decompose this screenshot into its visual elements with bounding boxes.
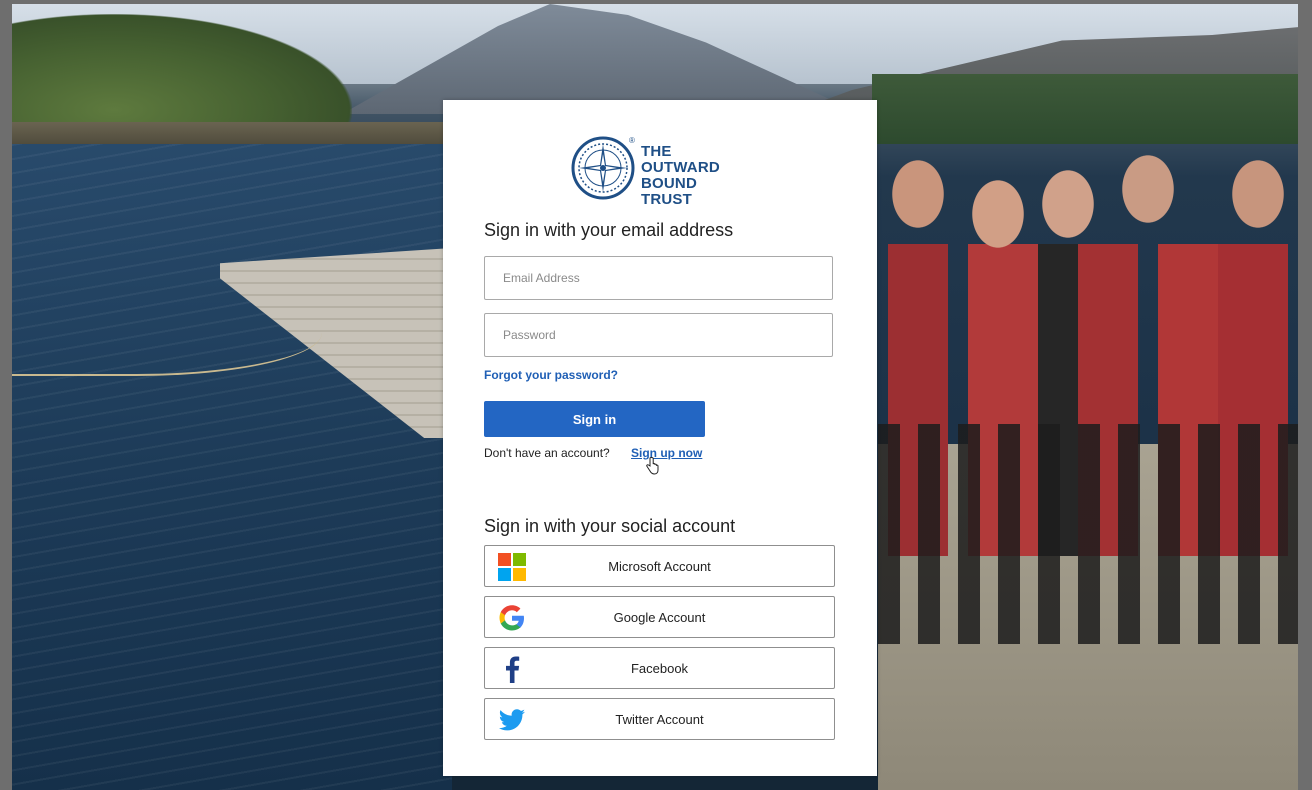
lake-water xyxy=(12,144,452,790)
google-account-button[interactable]: Google Account xyxy=(484,596,835,638)
brand-name: THE OUTWARD BOUND TRUST xyxy=(641,143,720,208)
password-input[interactable] xyxy=(484,313,833,357)
no-account-text: Don't have an account? xyxy=(484,446,610,460)
forgot-password-link[interactable]: Forgot your password? xyxy=(484,368,618,382)
facebook-button[interactable]: Facebook xyxy=(484,647,835,689)
sign-in-button[interactable]: Sign in xyxy=(484,401,705,437)
people-legs xyxy=(878,424,1298,644)
social-signin-heading: Sign in with your social account xyxy=(484,516,736,536)
microsoft-account-button[interactable]: Microsoft Account xyxy=(484,545,835,587)
twitter-account-button[interactable]: Twitter Account xyxy=(484,698,835,740)
shore xyxy=(12,122,452,146)
registered-mark: ® xyxy=(629,136,635,145)
email-input[interactable] xyxy=(484,256,833,300)
google-account-label: Google Account xyxy=(613,610,706,625)
email-signin-heading: Sign in with your email address xyxy=(484,220,734,240)
twitter-account-label: Twitter Account xyxy=(615,712,704,727)
outward-bound-logo: ® THE OUTWARD BOUND TRUST xyxy=(571,136,751,208)
sign-in-card: ® THE OUTWARD BOUND TRUST Sign in with y… xyxy=(443,100,877,776)
trees-left xyxy=(12,14,352,134)
compass-emblem-icon xyxy=(571,136,635,200)
hand-cursor-icon xyxy=(646,457,659,475)
microsoft-account-label: Microsoft Account xyxy=(608,559,711,574)
facebook-label: Facebook xyxy=(630,661,689,676)
sign-up-link[interactable]: Sign up now xyxy=(631,446,702,460)
